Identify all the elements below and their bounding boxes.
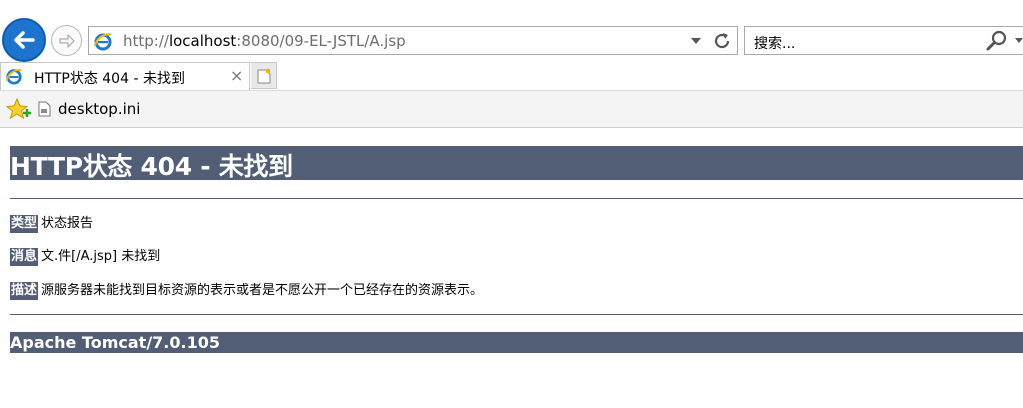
description-line: 描述 源服务器未能找到目标资源的表示或者是不愿公开一个已经存在的资源表示。 bbox=[10, 282, 483, 300]
url-host: localhost bbox=[168, 32, 237, 50]
favorites-star-icon[interactable] bbox=[6, 98, 32, 122]
tab-title: HTTP状态 404 - 未找到 bbox=[34, 71, 185, 87]
file-icon bbox=[38, 101, 51, 117]
divider bbox=[10, 314, 1023, 315]
forward-button[interactable] bbox=[51, 25, 82, 56]
description-value: 源服务器未能找到目标资源的表示或者是不愿公开一个已经存在的资源表示。 bbox=[41, 283, 484, 298]
type-value: 状态报告 bbox=[41, 216, 94, 231]
new-tab-button[interactable] bbox=[251, 62, 277, 89]
url-prefix: http:// bbox=[123, 32, 169, 50]
refresh-icon[interactable] bbox=[711, 30, 733, 52]
search-box[interactable]: 搜索... bbox=[744, 26, 1023, 55]
search-icon[interactable] bbox=[985, 30, 1009, 52]
arrow-right-icon bbox=[58, 33, 75, 48]
error-heading-bar: HTTP状态 404 - 未找到 bbox=[10, 146, 1023, 181]
back-button[interactable] bbox=[2, 18, 46, 62]
page-title: HTTP状态 404 - 未找到 bbox=[10, 152, 293, 181]
type-label: 类型 bbox=[10, 215, 39, 233]
type-line: 类型 状态报告 bbox=[10, 215, 93, 233]
address-toolbar: http://localhost:8080/09-EL-JSTL/A.jsp 搜… bbox=[0, 0, 1023, 62]
favorite-item-desktop-ini[interactable]: desktop.ini bbox=[58, 100, 140, 118]
address-bar[interactable]: http://localhost:8080/09-EL-JSTL/A.jsp bbox=[88, 26, 738, 55]
favorites-bar: desktop.ini bbox=[0, 90, 1023, 128]
page-content: HTTP状态 404 - 未找到 类型 状态报告 消息 文.件[/A.jsp] 未找… bbox=[10, 128, 1023, 408]
new-tab-icon bbox=[257, 68, 270, 83]
message-value: 文.件[/A.jsp] 未找到 bbox=[41, 249, 161, 264]
description-label: 描述 bbox=[10, 282, 39, 300]
url-path: :8080/09-EL-JSTL/A.jsp bbox=[236, 32, 406, 50]
arrow-left-icon bbox=[14, 31, 35, 49]
ie-tab-icon bbox=[5, 69, 22, 85]
url-text[interactable]: http://localhost:8080/09-EL-JSTL/A.jsp bbox=[123, 32, 406, 50]
search-dropdown-icon[interactable] bbox=[1015, 38, 1023, 43]
message-line: 消息 文.件[/A.jsp] 未找到 bbox=[10, 248, 160, 266]
ie-page-icon bbox=[94, 33, 112, 51]
tab-active[interactable]: HTTP状态 404 - 未找到 × bbox=[0, 62, 250, 90]
search-input[interactable]: 搜索... bbox=[754, 33, 795, 53]
divider bbox=[10, 198, 1023, 199]
address-dropdown-icon[interactable] bbox=[691, 38, 701, 44]
server-version: Apache Tomcat/7.0.105 bbox=[10, 333, 220, 352]
close-tab-icon[interactable]: × bbox=[230, 66, 243, 85]
server-footer-bar: Apache Tomcat/7.0.105 bbox=[10, 332, 1023, 353]
tab-strip: HTTP状态 404 - 未找到 × bbox=[0, 62, 1023, 90]
message-label: 消息 bbox=[10, 248, 39, 266]
